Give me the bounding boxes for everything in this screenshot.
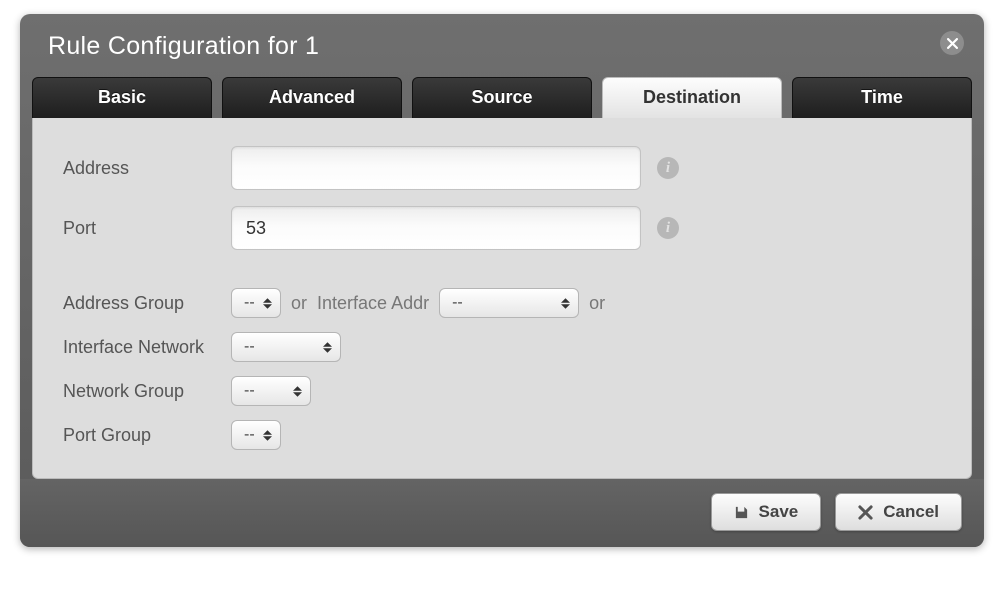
info-icon[interactable]: i xyxy=(657,157,679,179)
tab-basic[interactable]: Basic xyxy=(32,77,212,118)
row-port-group: Port Group -- xyxy=(63,420,941,450)
tab-source[interactable]: Source xyxy=(412,77,592,118)
dialog-header: Rule Configuration for 1 xyxy=(20,14,984,77)
tab-destination[interactable]: Destination xyxy=(602,77,782,118)
rule-config-dialog: Rule Configuration for 1 Basic Advanced … xyxy=(20,14,984,547)
cancel-label: Cancel xyxy=(883,502,939,522)
info-icon[interactable]: i xyxy=(657,217,679,239)
row-port: Port i xyxy=(63,206,941,250)
row-interface-network: Interface Network -- xyxy=(63,332,941,362)
interface-addr-label: Interface Addr xyxy=(317,293,429,314)
port-group-label: Port Group xyxy=(63,425,231,446)
interface-network-select[interactable]: -- xyxy=(231,332,341,362)
port-input[interactable] xyxy=(231,206,641,250)
address-group-value: -- xyxy=(244,294,255,312)
address-input[interactable] xyxy=(231,146,641,190)
address-group-label: Address Group xyxy=(63,293,231,314)
cancel-button[interactable]: Cancel xyxy=(835,493,962,531)
tab-advanced[interactable]: Advanced xyxy=(222,77,402,118)
address-label: Address xyxy=(63,158,231,179)
port-label: Port xyxy=(63,218,231,239)
port-group-value: -- xyxy=(244,426,255,444)
select-arrows-icon xyxy=(561,298,570,309)
network-group-select[interactable]: -- xyxy=(231,376,311,406)
network-group-value: -- xyxy=(244,382,255,400)
or-text: or xyxy=(291,293,307,314)
row-network-group: Network Group -- xyxy=(63,376,941,406)
tab-bar: Basic Advanced Source Destination Time xyxy=(20,77,984,118)
close-icon xyxy=(947,38,958,49)
dialog-footer: Save Cancel xyxy=(20,479,984,547)
save-label: Save xyxy=(759,502,799,522)
or-text: or xyxy=(589,293,605,314)
dialog-title: Rule Configuration for 1 xyxy=(48,32,956,61)
close-button[interactable] xyxy=(940,31,964,55)
interface-network-label: Interface Network xyxy=(63,337,231,358)
row-address: Address i xyxy=(63,146,941,190)
save-icon xyxy=(734,505,749,520)
interface-addr-select[interactable]: -- xyxy=(439,288,579,318)
tab-content: Address i Port i Address Group -- or Int… xyxy=(32,118,972,479)
cancel-icon xyxy=(858,505,873,520)
network-group-label: Network Group xyxy=(63,381,231,402)
tab-time[interactable]: Time xyxy=(792,77,972,118)
interface-network-value: -- xyxy=(244,338,255,356)
select-arrows-icon xyxy=(293,386,302,397)
select-arrows-icon xyxy=(263,430,272,441)
port-group-select[interactable]: -- xyxy=(231,420,281,450)
row-address-group: Address Group -- or Interface Addr -- or xyxy=(63,288,941,318)
address-group-select[interactable]: -- xyxy=(231,288,281,318)
interface-addr-value: -- xyxy=(452,294,463,312)
select-arrows-icon xyxy=(263,298,272,309)
save-button[interactable]: Save xyxy=(711,493,822,531)
select-arrows-icon xyxy=(323,342,332,353)
